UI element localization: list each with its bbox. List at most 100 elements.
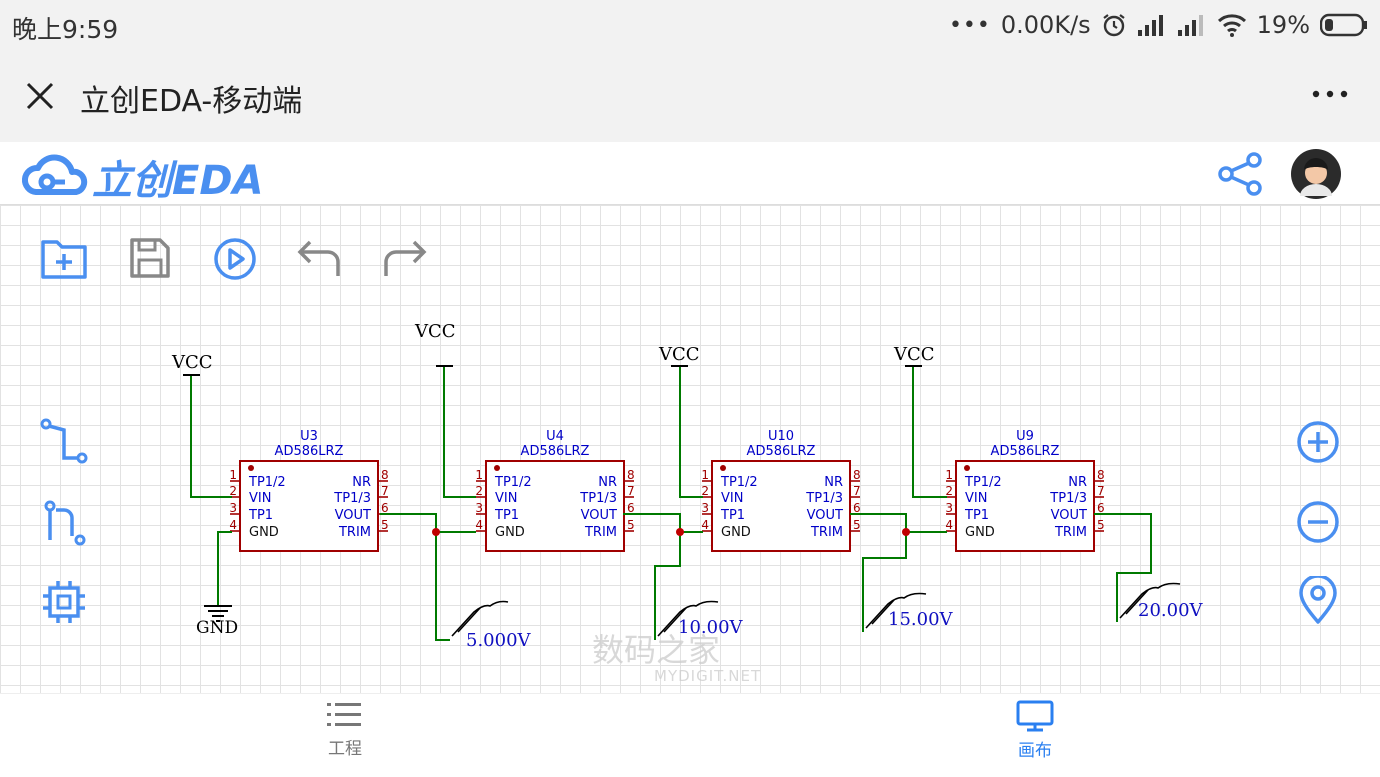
bus-tool-icon[interactable] xyxy=(44,500,88,548)
pin-number: 5 xyxy=(853,518,861,532)
pin-name: TP1/2 xyxy=(964,475,1002,490)
zoom-out-icon[interactable] xyxy=(1296,500,1340,544)
component-ref: U9 xyxy=(1016,429,1034,444)
pin-name: VIN xyxy=(721,491,743,506)
component-part: AD586LRZ xyxy=(521,444,590,459)
pin-number: 3 xyxy=(701,501,709,515)
pin-name: TRIM xyxy=(1054,525,1087,540)
gnd-label: GND xyxy=(196,618,238,638)
list-icon xyxy=(327,703,361,726)
pin-number: 1 xyxy=(475,468,483,482)
watermark-sub: MYDIGIT.NET xyxy=(654,667,762,685)
vcc-label: VCC xyxy=(658,344,700,365)
tab-project[interactable]: 工程 xyxy=(285,700,405,759)
pin-number: 4 xyxy=(945,518,953,532)
pin-number: 1 xyxy=(945,468,953,482)
redo-icon[interactable] xyxy=(380,236,428,280)
component-part: AD586LRZ xyxy=(275,444,344,459)
ic-component[interactable]: U4AD586LRZ 1 TP1/2 8 NR 2 VIN 7 TP1/3 3 TP1 6 VOUT 4 G… xyxy=(475,429,635,552)
pin-name: TP1/3 xyxy=(1049,491,1087,506)
watermark-text: 数码之家 xyxy=(592,631,721,669)
ic-component[interactable]: U10AD586LRZ 1 TP1/2 8 NR 2 VIN 7 TP1/3 3 TP1 6 VOUT 4… xyxy=(701,429,861,552)
component-part: AD586LRZ xyxy=(747,444,816,459)
new-file-icon[interactable] xyxy=(40,236,88,280)
pin-name: TP1/2 xyxy=(494,475,532,490)
pin-name: TP1/3 xyxy=(333,491,371,506)
pin-name: TRIM xyxy=(810,525,843,540)
pin-number: 4 xyxy=(475,518,483,532)
pin-number: 7 xyxy=(381,484,389,498)
pin-name: VOUT xyxy=(1051,508,1087,523)
pin-name: GND xyxy=(495,525,525,540)
tab-canvas[interactable]: 画布 xyxy=(975,700,1095,761)
ic-component[interactable]: U3AD586LRZ 1 TP1/2 8 NR 2 VIN 7 TP1/3 3 TP1 6 VOUT 4 G… xyxy=(229,429,389,552)
pin-name: TP1/2 xyxy=(248,475,286,490)
vcc-label: VCC xyxy=(414,321,456,342)
pin-name: VIN xyxy=(965,491,987,506)
junction-dot xyxy=(902,528,910,536)
pin-name: VOUT xyxy=(335,508,371,523)
pin-number: 5 xyxy=(1097,518,1105,532)
pin-name: GND xyxy=(721,525,751,540)
probe-value: 5.000V xyxy=(466,630,532,651)
pin-name: GND xyxy=(249,525,279,540)
watermark: 数码之家 MYDIGIT.NET xyxy=(592,625,761,685)
pin-name: TP1/3 xyxy=(805,491,843,506)
locate-pin-icon[interactable] xyxy=(1298,576,1338,626)
vcc-label: VCC xyxy=(893,344,935,365)
pin-number: 1 xyxy=(229,468,237,482)
pin-name: TP1 xyxy=(494,508,519,523)
pin-name: VIN xyxy=(249,491,271,506)
pin-name: NR xyxy=(1068,475,1087,490)
component-ref: U3 xyxy=(300,429,318,444)
pin-number: 1 xyxy=(701,468,709,482)
pin-number: 3 xyxy=(229,501,237,515)
pin-name: NR xyxy=(598,475,617,490)
probe-value: 15.00V xyxy=(888,609,954,630)
component-ref: U10 xyxy=(768,429,794,444)
probe-value: 20.00V xyxy=(1138,600,1204,621)
pin-number: 8 xyxy=(627,468,635,482)
pin-number: 8 xyxy=(1097,468,1105,482)
pin-number: 5 xyxy=(381,518,389,532)
pin-number: 5 xyxy=(627,518,635,532)
pin-name: TRIM xyxy=(584,525,617,540)
component-ref: U4 xyxy=(546,429,564,444)
bottom-nav: 工程 画布 xyxy=(0,693,1380,777)
monitor-icon xyxy=(1016,700,1054,732)
pin-number: 4 xyxy=(229,518,237,532)
pin-number: 6 xyxy=(381,501,389,515)
vcc-label: VCC xyxy=(171,352,213,373)
pin-number: 7 xyxy=(627,484,635,498)
component-part: AD586LRZ xyxy=(991,444,1060,459)
pin-name: TP1 xyxy=(964,508,989,523)
pin-number: 6 xyxy=(627,501,635,515)
tab-canvas-label: 画布 xyxy=(1018,741,1052,761)
pin-name: VOUT xyxy=(807,508,843,523)
pin-number: 6 xyxy=(853,501,861,515)
tab-project-label: 工程 xyxy=(328,739,362,759)
pin-number: 3 xyxy=(475,501,483,515)
pin-number: 2 xyxy=(229,484,237,498)
save-icon[interactable] xyxy=(128,236,172,280)
pin-name: TP1/3 xyxy=(579,491,617,506)
pin-number: 2 xyxy=(701,484,709,498)
pin-name: VIN xyxy=(495,491,517,506)
pin-number: 7 xyxy=(853,484,861,498)
chip-component-icon[interactable] xyxy=(40,578,88,626)
wire-tool-icon[interactable] xyxy=(40,418,90,466)
pin-number: 6 xyxy=(1097,501,1105,515)
pin-name: NR xyxy=(352,475,371,490)
junction-dot xyxy=(432,528,440,536)
pin-name: NR xyxy=(824,475,843,490)
undo-icon[interactable] xyxy=(296,236,344,280)
pin-number: 2 xyxy=(945,484,953,498)
pin-name: TRIM xyxy=(338,525,371,540)
zoom-in-icon[interactable] xyxy=(1296,420,1340,464)
simulate-play-icon[interactable] xyxy=(212,236,258,282)
ic-component[interactable]: U9AD586LRZ 1 TP1/2 8 NR 2 VIN 7 TP1/3 3 TP1 6 VOUT 4 G… xyxy=(945,429,1105,552)
pin-name: TP1/2 xyxy=(720,475,758,490)
pin-number: 8 xyxy=(381,468,389,482)
pin-name: TP1 xyxy=(248,508,273,523)
pin-name: GND xyxy=(965,525,995,540)
